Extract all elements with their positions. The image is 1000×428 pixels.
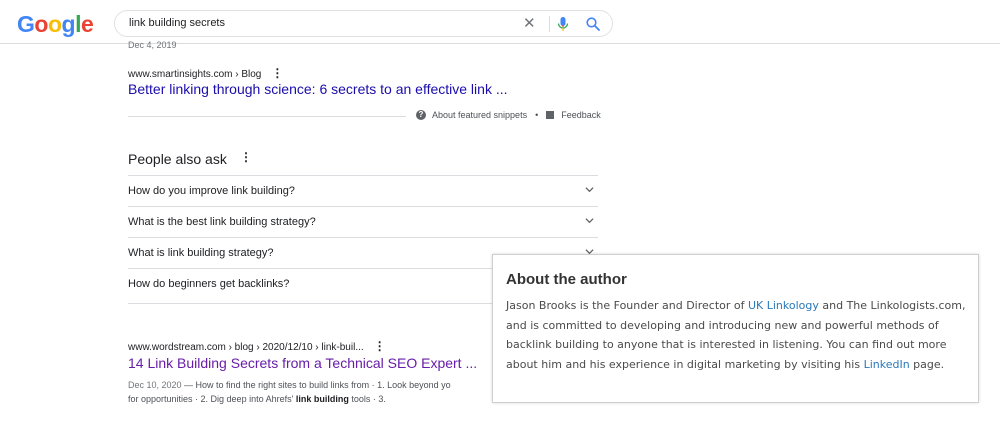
snippet-date: Dec 10, 2020 xyxy=(128,380,182,390)
paa-question-text: How do beginners get backlinks? xyxy=(128,278,290,290)
author-bio-text: page. xyxy=(909,357,945,371)
about-featured-snippets-link[interactable]: About featured snippets xyxy=(432,110,527,120)
search-icon[interactable] xyxy=(585,16,601,32)
feedback-link[interactable]: Feedback xyxy=(561,110,601,120)
paa-question-text: How do you improve link building? xyxy=(128,185,295,197)
author-bio: Jason Brooks is the Founder and Director… xyxy=(506,296,971,374)
snippet-bold: link building xyxy=(295,394,349,404)
result-title-link[interactable]: Better linking through science: 6 secret… xyxy=(128,81,508,97)
result-cite[interactable]: www.smartinsights.com › Blog ⋮ xyxy=(128,66,283,80)
about-author-box: About the author Jason Brooks is the Fou… xyxy=(492,254,979,403)
snippet-text: tools · 3. xyxy=(348,394,386,404)
paa-question[interactable]: What is the best link building strategy? xyxy=(128,206,598,237)
paa-question[interactable]: How do you improve link building? xyxy=(128,175,598,206)
cite-text: www.wordstream.com › blog › 2020/12/10 ›… xyxy=(128,342,364,353)
help-icon: ? xyxy=(416,110,426,120)
chevron-down-icon xyxy=(585,187,594,193)
snippet-text: for opportunities · 2. Dig deep into Ahr… xyxy=(128,394,296,404)
search-box[interactable]: link building secrets ✕ xyxy=(114,10,613,37)
logo-letter: G xyxy=(17,11,35,37)
more-options-icon[interactable]: ⋮ xyxy=(240,150,252,164)
result-cite[interactable]: www.wordstream.com › blog › 2020/12/10 ›… xyxy=(128,339,386,353)
close-icon[interactable]: ✕ xyxy=(523,14,536,32)
chevron-down-icon xyxy=(585,218,594,224)
cite-text: www.smartinsights.com › Blog xyxy=(128,69,262,80)
author-box-title: About the author xyxy=(506,271,627,288)
result-date: Dec 4, 2019 xyxy=(128,40,177,50)
paa-question-text: What is link building strategy? xyxy=(128,247,274,259)
snippet-text: — How to find the right sites to build l… xyxy=(181,380,451,390)
logo-letter: o xyxy=(47,11,62,37)
bullet-separator: • xyxy=(535,110,539,120)
result-snippet: Dec 10, 2020 — How to find the right sit… xyxy=(128,378,484,406)
paa-heading: People also ask xyxy=(128,151,227,167)
search-input[interactable]: link building secrets xyxy=(129,17,225,29)
linkedin-link[interactable]: LinkedIn xyxy=(864,358,910,371)
result-title-link[interactable]: 14 Link Building Secrets from a Technica… xyxy=(128,355,477,371)
divider xyxy=(128,116,406,117)
logo-letter: o xyxy=(34,11,48,37)
author-bio-text: Jason Brooks is the Founder and Director… xyxy=(506,299,748,312)
logo-letter: g xyxy=(61,11,76,37)
top-bar: Google link building secrets ✕ xyxy=(0,0,1000,44)
uk-linkology-link[interactable]: UK Linkology xyxy=(748,299,819,312)
paa-question-text: What is the best link building strategy? xyxy=(128,216,316,228)
snippet-footer: ? About featured snippets • Feedback xyxy=(416,110,601,120)
google-logo[interactable]: Google xyxy=(17,11,94,38)
more-options-icon[interactable]: ⋮ xyxy=(271,66,283,80)
microphone-icon[interactable] xyxy=(557,16,569,32)
logo-letter: e xyxy=(80,11,94,37)
more-options-icon[interactable]: ⋮ xyxy=(374,339,386,353)
divider xyxy=(549,16,550,32)
feedback-icon xyxy=(546,111,555,119)
